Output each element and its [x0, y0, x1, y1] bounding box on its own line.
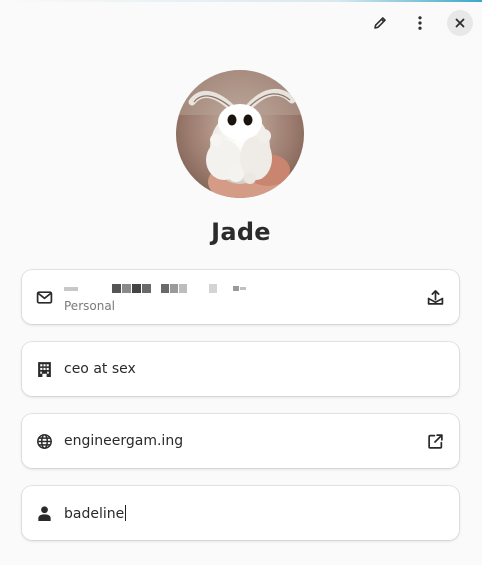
open-external-icon: [427, 433, 443, 449]
text-cursor: [125, 504, 127, 521]
pencil-icon: [374, 17, 386, 29]
avatar: [176, 70, 304, 198]
person-icon: [34, 486, 54, 540]
open-website-button[interactable]: [423, 414, 447, 468]
email-row[interactable]: Personal: [22, 270, 459, 324]
contact-name: Jade: [211, 218, 271, 246]
globe-icon: [34, 414, 54, 468]
close-icon: [455, 18, 465, 28]
email-type-label: Personal: [64, 298, 116, 313]
nickname-value: badeline: [64, 505, 125, 522]
email-text: Personal: [64, 270, 247, 324]
nickname-text[interactable]: badeline: [64, 486, 127, 540]
website-text: engineergam.ing: [64, 433, 184, 449]
send-mail-icon: [427, 289, 443, 305]
contact-window: Jade Personal ceo at sex engineergam.ing…: [0, 0, 482, 565]
send-email-button[interactable]: [423, 270, 447, 324]
website-row[interactable]: engineergam.ing: [22, 414, 459, 468]
nickname-row[interactable]: badeline: [22, 486, 459, 540]
organization-text: ceo at sex: [64, 361, 136, 377]
edit-button[interactable]: [367, 10, 393, 36]
main-menu-button[interactable]: [407, 10, 433, 36]
building-icon: [34, 342, 54, 396]
close-button[interactable]: [447, 10, 473, 36]
moth-photo: [176, 70, 304, 198]
email-value-redacted: [64, 282, 247, 296]
organization-row[interactable]: ceo at sex: [22, 342, 459, 396]
window-top-edge: [0, 0, 482, 2]
mail-icon: [34, 270, 54, 324]
vertical-dots-icon: [418, 16, 422, 30]
